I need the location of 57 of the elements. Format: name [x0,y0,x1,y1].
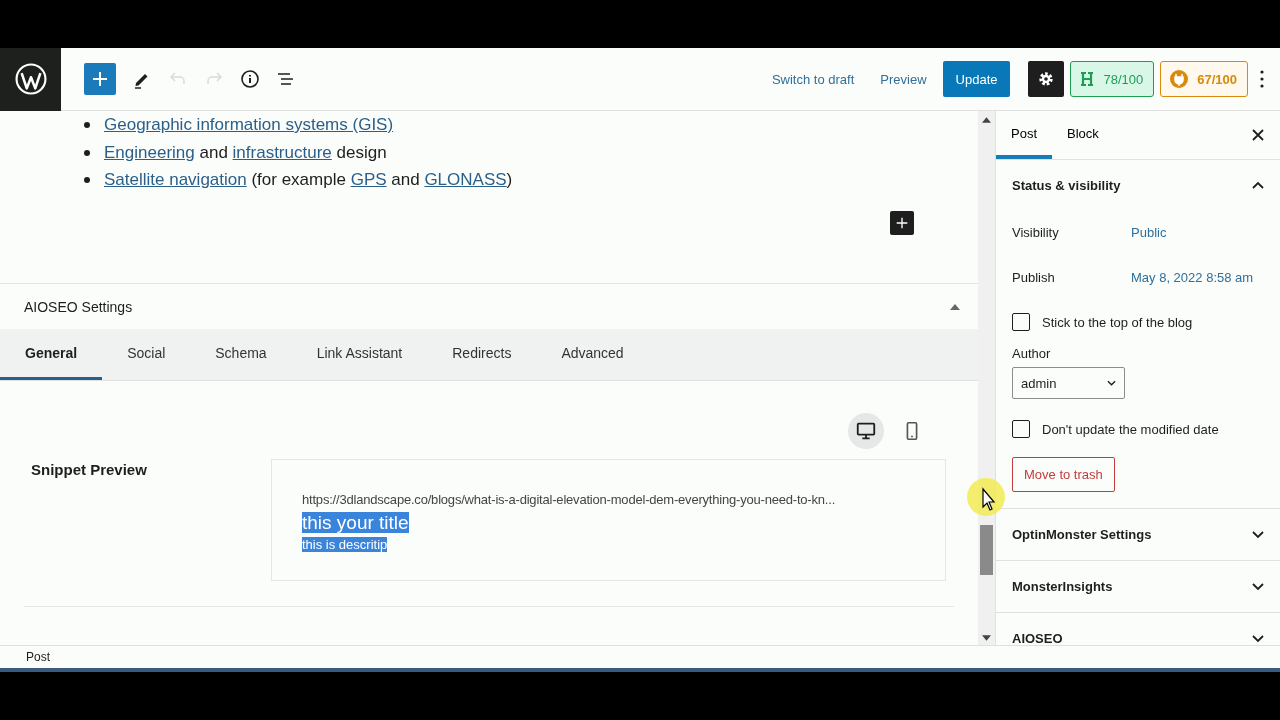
panel-title[interactable]: MonsterInsights [1012,579,1113,594]
snippet-label: Snippet Preview [30,460,148,480]
switch-to-draft-button[interactable]: Switch to draft [761,65,865,93]
snippet-url: https://3dlandscape.co/blogs/what-is-a-digital-elevation-model-dem-everything-you-need-to-kn... [302,492,837,507]
field-value-link[interactable]: Public [1131,225,1167,240]
field-label: Visibility [1012,225,1060,240]
plus-button[interactable] [84,63,116,95]
desktop-preview-button[interactable] [848,413,884,449]
checkbox-label: Don't update the modified date [1042,421,1219,437]
chevron-down-icon [1107,380,1116,386]
author-select[interactable]: admin [1012,367,1125,399]
plug-badge-icon [1169,69,1190,89]
info-icon [238,67,262,91]
settings-tab[interactable]: Link Assistant [291,329,428,380]
panel-title[interactable]: AIOSEO [1012,631,1063,645]
scrollbar[interactable] [978,111,995,645]
checkbox[interactable] [1012,313,1030,331]
settings-tab[interactable]: Redirects [427,329,537,380]
update-button[interactable]: Update [942,61,1011,97]
field-label: Publish [1012,270,1056,285]
vertical-dots-icon [1260,69,1264,89]
sidebar-tab[interactable]: Post [996,111,1052,159]
link[interactable]: infrastructure [232,142,332,162]
snippet-description: this is descritip [302,537,389,552]
move-to-trash-button[interactable]: Move to trash [1012,457,1115,492]
snippet-title: this your title [302,512,410,534]
settings-tab[interactable]: Advanced [536,329,649,380]
checkbox[interactable] [1012,420,1030,438]
settings-tab[interactable]: Social [102,329,191,380]
panel-title[interactable]: OptinMonster Settings [1012,527,1152,542]
monitor-icon [855,420,877,442]
link[interactable]: GPS [350,170,387,189]
breadcrumb[interactable]: Post [26,650,50,664]
settings-button[interactable] [1028,61,1065,97]
scroll-up-arrow-icon[interactable] [982,117,991,123]
preview-button[interactable]: Preview [870,65,937,93]
metabox-title: AIOSEO Settings [24,298,133,315]
scroll-down-arrow-icon[interactable] [982,635,991,641]
wordpress-logo[interactable] [0,47,61,111]
scroll-thumb[interactable] [980,525,993,575]
settings-tab[interactable]: Schema [190,329,292,380]
field-value-link[interactable]: May 8, 2022 8:58 am [1131,270,1254,285]
collapse-arrow-icon[interactable] [950,303,960,310]
sidebar-tab[interactable]: Block [1052,111,1114,159]
add-block-button[interactable] [890,210,914,235]
author-label: Author [1012,346,1052,361]
checkbox-label: Stick to the top of the blog [1042,314,1193,330]
settings-tab[interactable]: General [0,329,103,380]
close-icon [1252,129,1264,141]
score-label: 78/100 [1103,71,1144,87]
link[interactable]: Geographic information systems (GIS) [104,115,394,134]
panel-title[interactable]: Status & visibility [1012,177,1121,193]
link[interactable]: Engineering [104,142,195,162]
score-label: 67/100 [1197,71,1237,87]
link[interactable]: Satellite navigation [104,170,247,189]
link[interactable]: GLONASS [424,170,507,189]
h-letter-icon [1079,71,1096,87]
